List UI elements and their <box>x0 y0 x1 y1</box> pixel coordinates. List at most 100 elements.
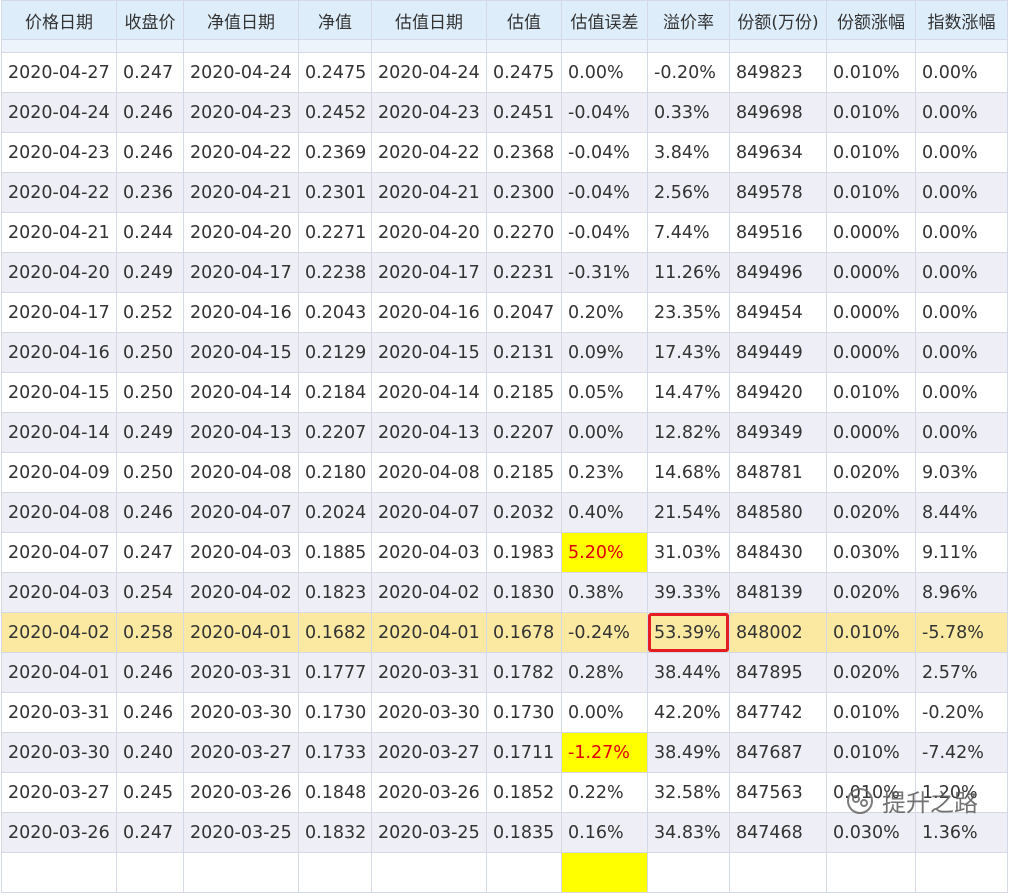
table-cell: 0.2451 <box>486 92 562 133</box>
table-cell: -0.04% <box>561 132 648 173</box>
table-cell: 0.010% <box>826 612 916 653</box>
table-cell: 2020-04-16 <box>183 292 299 333</box>
table-cell: 847468 <box>729 812 827 853</box>
table-cell: 0.250 <box>116 332 184 373</box>
column-header[interactable]: 净值日期 <box>183 0 299 40</box>
table-cell: 0.246 <box>116 492 184 533</box>
table-cell: 12.82% <box>647 412 730 453</box>
premium-data-table: 价格日期 收盘价 净值日期 净值 估值日期 估值 估值误差 溢价率 份额(万份) 份额涨幅 指数涨幅… <box>1 0 1008 893</box>
table-cell: 31.03% <box>647 532 730 573</box>
table-cell: 2020-04-23 <box>371 92 487 133</box>
table-cell: 9.03% <box>915 452 1008 493</box>
table-cell <box>486 852 562 893</box>
column-header[interactable]: 份额涨幅 <box>826 0 916 40</box>
table-cell: 2020-04-07 <box>371 492 487 533</box>
table-cell: 0.2300 <box>486 172 562 213</box>
table-cell: 0.00% <box>915 172 1008 213</box>
table-row: 2020-03-31 0.246 2020-03-30 0.1730 2020-03-3… <box>1 692 1008 733</box>
table-cell: 0.2301 <box>298 172 372 213</box>
table-cell: 42.20% <box>647 692 730 733</box>
table-cell: 0.2180 <box>298 452 372 493</box>
table-cell: 849698 <box>729 92 827 133</box>
table-cell: 0.2475 <box>486 52 562 93</box>
column-header[interactable]: 溢价率 <box>647 0 730 40</box>
table-cell: 0.236 <box>116 172 184 213</box>
table-cell: 847563 <box>729 772 827 813</box>
table-cell: 0.020% <box>826 652 916 693</box>
table-cell: 848002 <box>729 612 827 653</box>
table-row: 2020-04-01 0.246 2020-03-31 0.1777 2020-03-3… <box>1 652 1008 693</box>
table-cell: 847895 <box>729 652 827 693</box>
table-cell: 0.010% <box>826 372 916 413</box>
table-cell: 848139 <box>729 572 827 613</box>
table-cell: 2020-04-03 <box>371 532 487 573</box>
table-cell: 0.1782 <box>486 652 562 693</box>
table-cell: 2020-03-25 <box>371 812 487 853</box>
table-cell: 849634 <box>729 132 827 173</box>
table-cell: 0.09% <box>561 332 648 373</box>
column-header[interactable]: 份额(万份) <box>729 0 827 40</box>
table-row: 2020-03-26 0.247 2020-03-25 0.1832 2020-03-2… <box>1 812 1008 853</box>
column-header[interactable]: 估值误差 <box>561 0 648 40</box>
column-header[interactable]: 指数涨幅 <box>915 0 1008 40</box>
table-cell: 2020-03-26 <box>371 772 487 813</box>
table-cell: 0.2452 <box>298 92 372 133</box>
table-cell: 21.54% <box>647 492 730 533</box>
column-header[interactable]: 收盘价 <box>116 0 184 40</box>
table-cell: 34.83% <box>647 812 730 853</box>
table-cell: -5.78% <box>915 612 1008 653</box>
table-row: 2020-04-07 0.247 2020-04-03 0.1885 2020-04-0… <box>1 532 1008 573</box>
table-cell: 2020-04-22 <box>183 132 299 173</box>
table-cell: 0.33% <box>647 92 730 133</box>
table-cell: 14.68% <box>647 452 730 493</box>
column-header[interactable]: 净值 <box>298 0 372 40</box>
table-cell: 0.00% <box>915 292 1008 333</box>
table-cell: 2020-04-14 <box>371 372 487 413</box>
column-header[interactable]: 估值日期 <box>371 0 487 40</box>
table-cell: 849449 <box>729 332 827 373</box>
table-cell: 2020-04-17 <box>1 292 117 333</box>
table-cell: 2.57% <box>915 652 1008 693</box>
table-cell: 0.244 <box>116 212 184 253</box>
table-cell: 0.2369 <box>298 132 372 173</box>
table-header-row: 价格日期 收盘价 净值日期 净值 估值日期 估值 估值误差 溢价率 份额(万份) 份额涨幅 指数涨幅 <box>1 0 1008 40</box>
table-cell: 0.249 <box>116 412 184 453</box>
table-cell: 0.22% <box>561 772 648 813</box>
table-cell: 0.1830 <box>486 572 562 613</box>
table-cell: 1.36% <box>915 812 1008 853</box>
table-cell: 38.44% <box>647 652 730 693</box>
table-cell: -0.31% <box>561 252 648 293</box>
table-cell: 2020-04-21 <box>183 172 299 213</box>
table-cell <box>298 852 372 893</box>
table-cell: 2020-04-02 <box>183 572 299 613</box>
table-cell: 849578 <box>729 172 827 213</box>
table-cell: 0.00% <box>915 412 1008 453</box>
table-cell: -1.27% <box>561 732 648 773</box>
table-row: 2020-04-22 0.236 2020-04-21 0.2301 2020-04-2… <box>1 172 1008 213</box>
table-cell: 0.000% <box>826 212 916 253</box>
table-cell: 2020-03-26 <box>1 812 117 853</box>
column-header[interactable]: 估值 <box>486 0 562 40</box>
table-cell: 2020-03-30 <box>371 692 487 733</box>
table-cell: 0.1983 <box>486 532 562 573</box>
table-cell: 0.00% <box>915 332 1008 373</box>
table-cell: 2020-03-31 <box>1 692 117 733</box>
table-cell: 5.20% <box>561 532 648 573</box>
table-cell: 0.2207 <box>486 412 562 453</box>
table-cell <box>116 852 184 893</box>
table-cell: 2020-03-30 <box>1 732 117 773</box>
table-cell: 848580 <box>729 492 827 533</box>
table-cell: 0.252 <box>116 292 184 333</box>
table-cell: 0.23% <box>561 452 648 493</box>
table-cell: 0.1885 <box>298 532 372 573</box>
table-cell: 2020-04-15 <box>1 372 117 413</box>
table-cell: 849516 <box>729 212 827 253</box>
table-cell: 0.2047 <box>486 292 562 333</box>
table-cell: 2020-04-21 <box>1 212 117 253</box>
table-cell: 0.010% <box>826 52 916 93</box>
column-header[interactable]: 价格日期 <box>1 0 117 40</box>
table-cell: 0.000% <box>826 292 916 333</box>
table-cell: 0.1730 <box>298 692 372 733</box>
table-cell: 0.00% <box>915 372 1008 413</box>
table-cell: 2020-04-02 <box>1 612 117 653</box>
